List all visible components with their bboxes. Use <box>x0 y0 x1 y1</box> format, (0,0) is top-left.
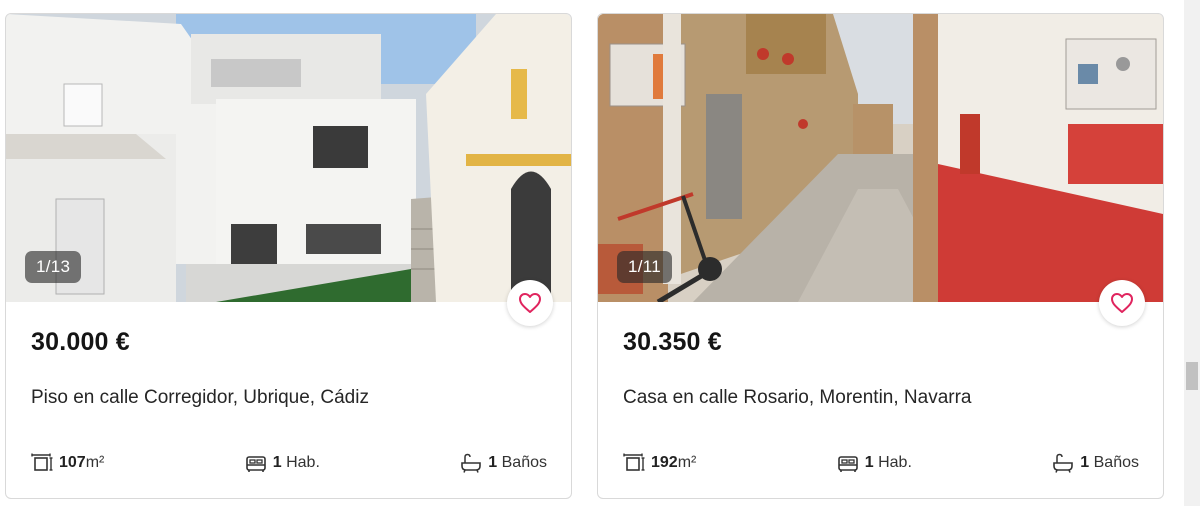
listing-features: 107m² 1 Hab. 1 Baños <box>31 451 547 475</box>
rooms-unit: Hab. <box>878 454 912 471</box>
feature-rooms: 1 Hab. <box>245 452 320 474</box>
listing-title[interactable]: Casa en calle Rosario, Morentin, Navarra <box>623 387 972 409</box>
bathtub-icon <box>461 453 482 473</box>
rooms-value: 1 <box>864 454 874 471</box>
listing-card[interactable]: 1/11 30.350 € Casa en calle Rosario, Mor… <box>597 13 1164 499</box>
listing-price: 30.350 € <box>623 328 722 356</box>
listing-title[interactable]: Piso en calle Corregidor, Ubrique, Cádiz <box>31 387 369 409</box>
area-unit: m² <box>85 454 105 471</box>
listing-photo[interactable]: 1/11 <box>598 14 1163 302</box>
photo-counter: 1/13 <box>25 251 82 283</box>
feature-rooms: 1 Hab. <box>837 452 912 474</box>
baths-value: 1 <box>488 454 498 471</box>
baths-unit: Baños <box>501 454 547 471</box>
feature-baths: 1 Baños <box>460 452 547 474</box>
rooms-value: 1 <box>272 454 282 471</box>
heart-outline-icon <box>519 293 541 313</box>
heart-outline-icon <box>1111 293 1133 313</box>
area-icon <box>623 453 645 471</box>
feature-area: 192m² <box>623 452 696 474</box>
rooms-unit: Hab. <box>286 454 320 471</box>
baths-value: 1 <box>1080 454 1090 471</box>
listing-price: 30.000 € <box>31 328 130 356</box>
area-icon <box>31 453 53 471</box>
favorite-button[interactable] <box>1099 280 1145 326</box>
favorite-button[interactable] <box>507 280 553 326</box>
bed-icon <box>245 456 266 472</box>
listing-features: 192m² 1 Hab. 1 Baños <box>623 451 1139 475</box>
feature-baths: 1 Baños <box>1052 452 1139 474</box>
page-scrollbar[interactable] <box>1184 0 1200 506</box>
listing-photo[interactable]: 1/13 <box>6 14 571 302</box>
feature-area: 107m² <box>31 452 104 474</box>
photo-counter: 1/11 <box>617 251 673 283</box>
bathtub-icon <box>1053 453 1074 473</box>
area-value: 192 <box>651 454 678 471</box>
baths-unit: Baños <box>1093 454 1139 471</box>
area-value: 107 <box>59 454 86 471</box>
bed-icon <box>837 456 858 472</box>
area-unit: m² <box>677 454 697 471</box>
listing-photo-image <box>598 14 1163 302</box>
listing-photo-image <box>6 14 571 302</box>
scrollbar-thumb[interactable] <box>1186 362 1198 390</box>
listing-card[interactable]: 1/13 30.000 € Piso en calle Corregidor, … <box>5 13 572 499</box>
